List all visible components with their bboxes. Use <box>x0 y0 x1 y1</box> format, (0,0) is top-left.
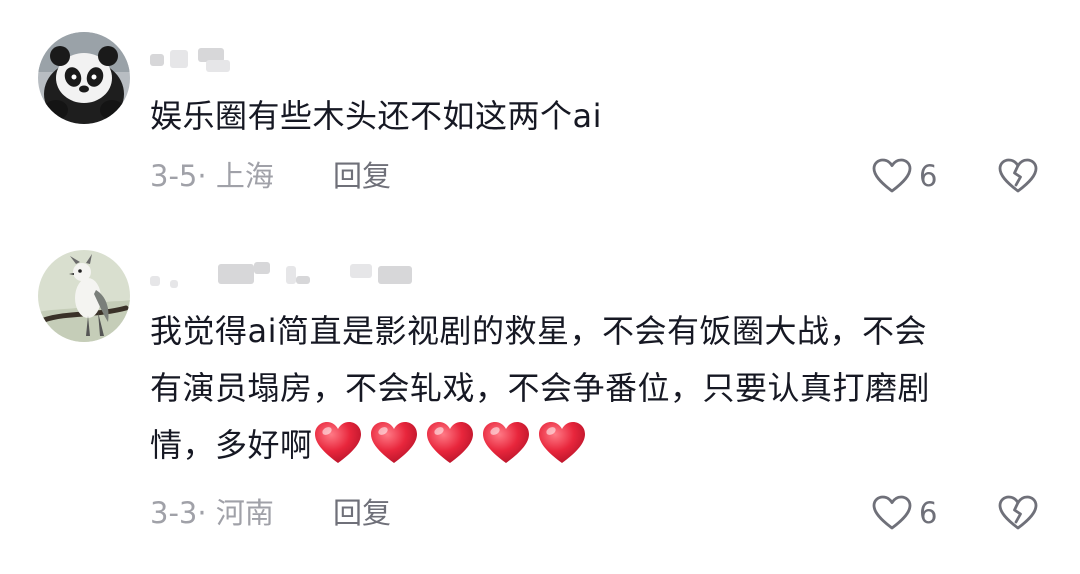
like-heart-icon[interactable] <box>872 495 912 531</box>
emoji-row <box>313 422 593 464</box>
comment-text-line: 我觉得ai简直是影视剧的救星，不会有饭圈大战，不会 <box>150 312 928 350</box>
red-heart-icon <box>370 422 417 463</box>
comment-text-line: 情，多好啊 <box>150 417 930 474</box>
comment-date: 3-3 <box>150 496 198 530</box>
reply-button[interactable]: 回复 <box>333 493 391 533</box>
red-heart-icon <box>538 422 585 463</box>
comment-item: 我觉得ai简直是影视剧的救星，不会有饭圈大战，不会 有演员塌房，不会轧戏，不会争… <box>0 0 1080 574</box>
comment-location: 河南 <box>215 496 274 530</box>
avatar[interactable] <box>38 250 130 342</box>
like-count: 6 <box>919 496 938 530</box>
comment-meta: 3-3· 河南 <box>150 496 274 530</box>
red-heart-icon <box>482 422 529 463</box>
red-heart-icon <box>426 422 473 463</box>
red-heart-icon <box>314 422 361 463</box>
dislike-broken-heart-icon[interactable] <box>998 495 1038 531</box>
bird-avatar-icon <box>38 250 130 342</box>
comment-text-line: 有演员塌房，不会轧戏，不会争番位，只要认真打磨剧 <box>150 369 931 407</box>
comment-text: 我觉得ai简直是影视剧的救星，不会有饭圈大战，不会 有演员塌房，不会轧戏，不会争… <box>150 303 930 474</box>
username-blurred[interactable] <box>150 262 420 288</box>
